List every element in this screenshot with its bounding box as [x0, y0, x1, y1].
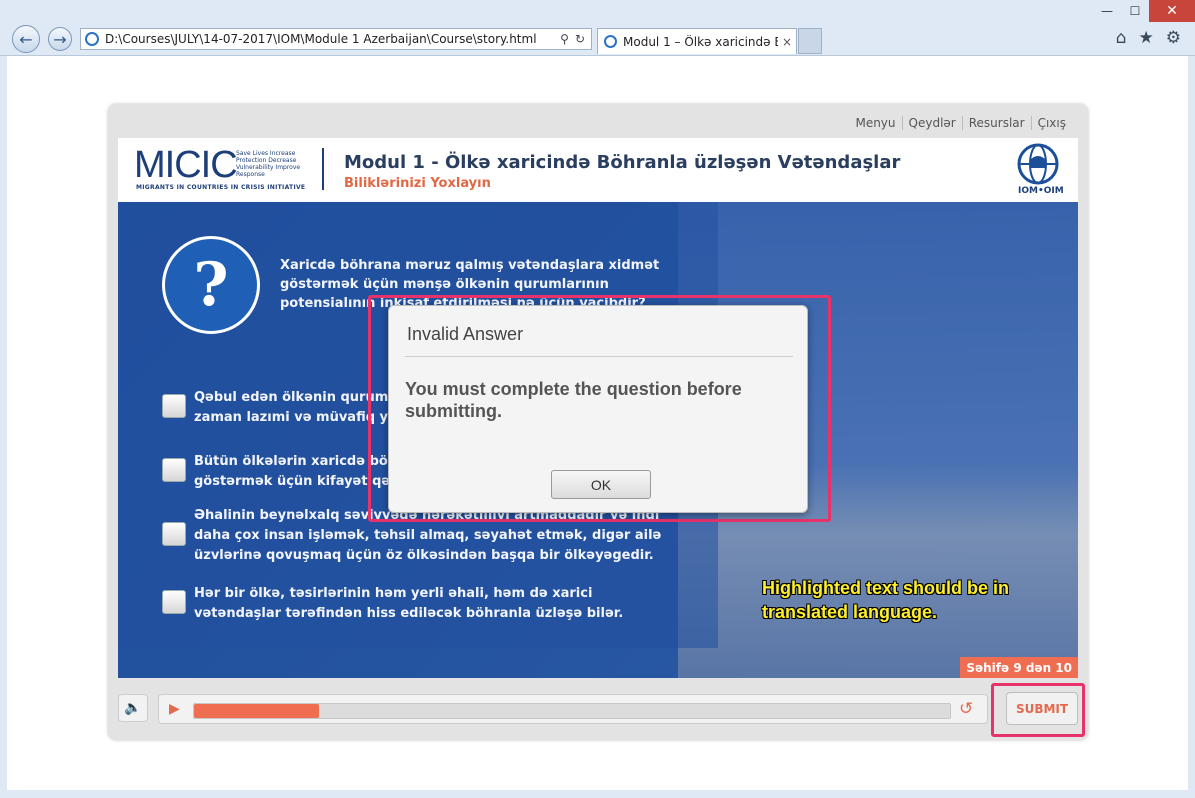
dialog-message: You must complete the question before su… [405, 379, 742, 421]
top-menu: Menyu Qeydlər Resurslar Çıxış [849, 116, 1072, 130]
answer-option[interactable]: Hər bir ölkə, təsirlərinin həm yerli əha… [162, 584, 682, 624]
slide-header: MICIC Save Lives Increase Protection Dec… [118, 138, 1078, 202]
option-checkbox[interactable] [162, 394, 186, 418]
progress-track[interactable] [193, 703, 951, 719]
module-title: Modul 1 - Ölkə xaricində Böhranla üzləşə… [344, 152, 901, 173]
forward-icon[interactable]: → [48, 27, 72, 51]
micic-tagline: Save Lives Increase Protection Decrease … [236, 150, 301, 178]
iom-label: IOM•OIM [1018, 186, 1064, 196]
menu-item-resources[interactable]: Resurslar [961, 116, 1031, 130]
favorites-icon[interactable]: ★ [1139, 28, 1154, 48]
progress-fill [194, 704, 319, 718]
question-mark-icon: ? [162, 236, 260, 334]
minimize-icon[interactable]: — [1093, 0, 1121, 22]
tab-title: Modul 1 – Ölkə xaricində B... [623, 34, 778, 49]
option-checkbox[interactable] [162, 590, 186, 614]
window-controls: — ☐ ✕ [1093, 0, 1195, 22]
back-icon[interactable]: ← [12, 25, 40, 53]
play-icon[interactable]: ▶ [169, 701, 180, 717]
micic-logo: MICIC [134, 144, 238, 186]
page-indicator: Səhifə 9 dən 10 [960, 657, 1078, 678]
maximize-icon[interactable]: ☐ [1121, 0, 1149, 22]
browser-toolbar-icons: ⌂ ★ ⚙ [1116, 28, 1181, 48]
new-tab-button[interactable] [798, 28, 822, 54]
iom-logo: IOM•OIM [998, 142, 1078, 200]
refresh-icon[interactable]: ↻ [575, 32, 585, 46]
address-text: D:\Courses\JULY\14-07-2017\IOM\Module 1 … [105, 32, 537, 46]
address-bar[interactable]: D:\Courses\JULY\14-07-2017\IOM\Module 1 … [80, 28, 592, 50]
translation-annotation: Highlighted text should be in translated… [762, 578, 1009, 622]
search-icon[interactable]: ⚲ [560, 32, 569, 46]
browser-chrome: — ☐ ✕ ← → D:\Courses\JULY\14-07-2017\IOM… [0, 0, 1195, 56]
menu-item-exit[interactable]: Çıxış [1030, 116, 1072, 130]
window-close-icon[interactable]: ✕ [1149, 0, 1195, 22]
menu-item-notes[interactable]: Qeydlər [901, 116, 962, 130]
micic-fullname: MIGRANTS IN COUNTRIES IN CRISIS INITIATI… [136, 184, 306, 191]
header-divider [322, 148, 324, 190]
browser-tab[interactable]: Modul 1 – Ölkə xaricində B... × [597, 28, 797, 54]
option-checkbox[interactable] [162, 458, 186, 482]
ok-button[interactable]: OK [551, 470, 651, 499]
replay-icon[interactable]: ↺ [959, 699, 973, 719]
volume-icon[interactable]: 🔈 [118, 694, 148, 722]
dialog-title: Invalid Answer [407, 324, 524, 344]
invalid-answer-dialog: Invalid Answer You must complete the que… [388, 305, 808, 513]
seekbar[interactable]: ▶ ↺ [158, 694, 988, 724]
home-icon[interactable]: ⌂ [1116, 28, 1127, 48]
dialog-divider [405, 356, 793, 357]
submit-highlight-box [991, 683, 1085, 737]
tab-close-icon[interactable]: × [778, 35, 796, 49]
option-checkbox[interactable] [162, 522, 186, 546]
tab-ie-icon [604, 35, 617, 48]
window-frame-right [1188, 56, 1195, 798]
ie-page-icon [85, 32, 99, 46]
window-frame-left [0, 56, 7, 798]
window-frame-bottom [0, 790, 1195, 798]
menu-item-menu[interactable]: Menyu [849, 116, 901, 130]
option-label: Hər bir ölkə, təsirlərinin həm yerli əha… [194, 586, 624, 621]
module-subtitle: Biliklərinizi Yoxlayın [344, 176, 491, 191]
settings-icon[interactable]: ⚙ [1166, 28, 1181, 48]
